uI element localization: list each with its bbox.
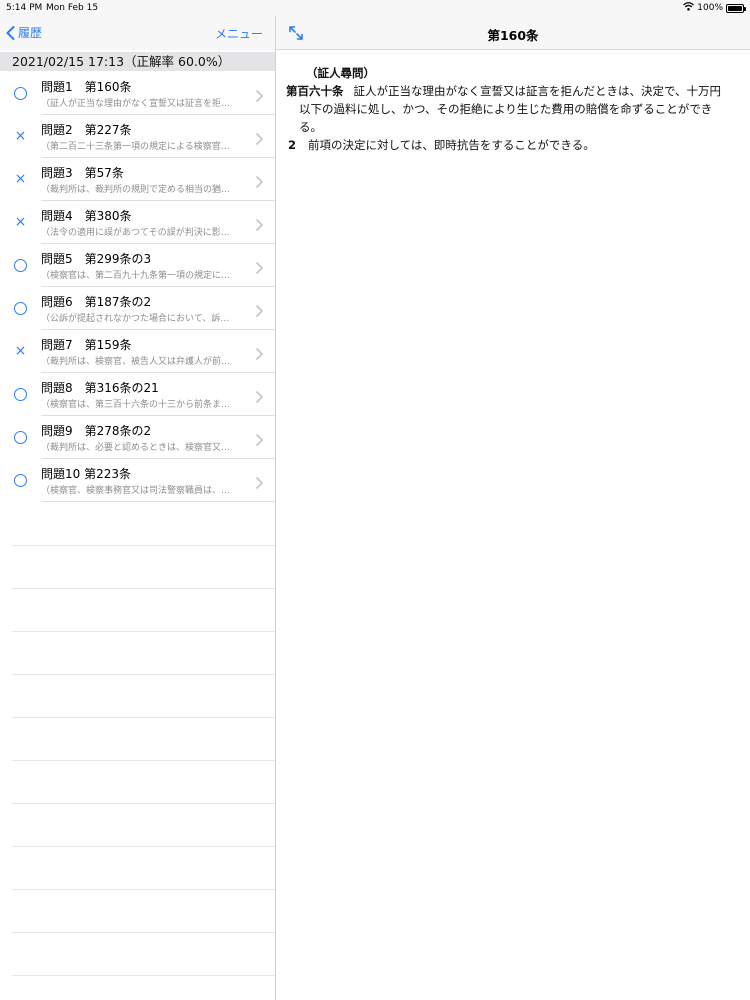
paragraph-2-text: 前項の決定に対しては、即時抗告をすることができる。	[308, 138, 595, 152]
circle-icon	[14, 388, 27, 401]
empty-row-separator	[12, 932, 275, 933]
status-time: 5:14 PM	[6, 3, 43, 13]
article-caption: （証人尋問）	[306, 66, 375, 80]
article-body: （証人尋問） 第百六十条 証人が正当な理由がなく宣誓又は証言を拒んだときは、決定で…	[286, 64, 738, 154]
chevron-left-icon	[6, 25, 15, 40]
question-row[interactable]: 問題8 第316条の21 （検察官は、第三百十六条の十三から前条ま…	[0, 373, 275, 416]
paragraph-1-line-2: 以下の過料に処し、かつ、その拒絶により生じた費用の賠償を命ずることができ	[299, 102, 713, 116]
history-list-pane: 履歴 メニュー 2021/02/15 17:13（正解率 60.0%） 問題1 …	[0, 16, 275, 1000]
question-row[interactable]: 問題9 第278条の2 （裁判所は、必要と認めるときは、検察官又…	[0, 416, 275, 459]
question-title: 問題2 第227条	[41, 123, 132, 137]
question-row[interactable]: 問題10 第223条 （検察官、検察事務官又は司法警察職員は、…	[0, 459, 275, 502]
question-row[interactable]: × 問題2 第227条 （第二百二十三条第一項の規定による検察官…	[0, 115, 275, 158]
question-subtitle: （裁判所は、必要と認めるときは、検察官又…	[41, 443, 231, 453]
empty-row-separator	[12, 588, 275, 589]
question-subtitle: （裁判所は、検察官、被告人又は弁護人が前…	[41, 357, 231, 367]
paragraph-1-line-3: る。	[299, 120, 322, 134]
cross-icon: ×	[14, 128, 27, 144]
question-title: 問題5 第299条の3	[41, 252, 152, 266]
question-title: 問題6 第187条の2	[41, 295, 152, 309]
question-title: 問題1 第160条	[41, 80, 132, 94]
question-subtitle: （公訴が提起されなかつた場合において、訴…	[41, 314, 230, 324]
empty-row-separator	[12, 975, 275, 976]
question-subtitle: （検察官は、第二百九十九条第一項の規定に…	[41, 271, 231, 281]
cross-icon: ×	[14, 214, 27, 230]
chevron-right-icon	[256, 388, 263, 407]
chevron-right-icon	[256, 474, 263, 493]
circle-icon	[14, 431, 27, 444]
circle-icon	[14, 302, 27, 315]
right-navigation-bar: 第160条	[276, 16, 750, 50]
empty-row-separator	[12, 717, 275, 718]
chevron-right-icon	[256, 173, 263, 192]
chevron-right-icon	[256, 345, 263, 364]
question-row[interactable]: 問題6 第187条の2 （公訴が提起されなかつた場合において、訴…	[0, 287, 275, 330]
article-paragraph-2: 2 前項の決定に対しては、即時抗告をすることができる。	[286, 136, 738, 154]
question-row[interactable]: × 問題4 第380条 （法令の適用に誤があつてその誤が判決に影…	[0, 201, 275, 244]
pane-divider	[275, 16, 276, 1000]
article-paragraph-1: 第百六十条 証人が正当な理由がなく宣誓又は証言を拒んだときは、決定で、十万円 以下…	[286, 82, 738, 136]
question-title: 問題3 第57条	[41, 166, 124, 180]
empty-row-separator	[12, 803, 275, 804]
empty-row-separator	[12, 846, 275, 847]
battery-fill	[728, 5, 742, 11]
question-row[interactable]: 問題1 第160条 （証人が正当な理由がなく宣誓又は証言を拒…	[0, 72, 275, 115]
status-indicators: 100%	[683, 2, 746, 14]
chevron-right-icon	[256, 259, 263, 278]
chevron-right-icon	[256, 302, 263, 321]
back-button-label: 履歴	[18, 26, 43, 40]
circle-icon	[14, 259, 27, 272]
chevron-right-icon	[256, 130, 263, 149]
question-title: 問題7 第159条	[41, 338, 132, 352]
empty-row-separator	[12, 760, 275, 761]
empty-row-separator	[12, 631, 275, 632]
battery-percent: 100%	[697, 3, 723, 13]
question-title: 問題4 第380条	[41, 209, 132, 223]
question-subtitle: （法令の適用に誤があつてその誤が判決に影…	[41, 228, 230, 238]
question-subtitle: （検察官は、第三百十六条の十三から前条ま…	[41, 400, 231, 410]
empty-row-separator	[12, 889, 275, 890]
question-title: 問題10 第223条	[41, 467, 131, 481]
session-header: 2021/02/15 17:13（正解率 60.0%）	[0, 52, 275, 71]
question-title: 問題8 第316条の21	[41, 381, 159, 395]
question-row[interactable]: × 問題3 第57条 （裁判所は、裁判所の規則で定める相当の猶…	[0, 158, 275, 201]
question-list: 問題1 第160条 （証人が正当な理由がなく宣誓又は証言を拒… × 問題2 第227条…	[0, 72, 275, 502]
article-number: 第百六十条	[286, 84, 344, 98]
article-title: 第160条	[487, 28, 539, 43]
menu-button[interactable]: メニュー	[215, 25, 263, 42]
question-row[interactable]: × 問題7 第159条 （裁判所は、検察官、被告人又は弁護人が前…	[0, 330, 275, 373]
left-navigation-bar: 履歴 メニュー	[0, 16, 275, 50]
chevron-right-icon	[256, 216, 263, 235]
question-subtitle: （第二百二十三条第一項の規定による検察官…	[41, 142, 230, 152]
question-subtitle: （証人が正当な理由がなく宣誓又は証言を拒…	[41, 99, 231, 109]
question-row[interactable]: 問題5 第299条の3 （検察官は、第二百九十九条第一項の規定に…	[0, 244, 275, 287]
question-subtitle: （検察官、検察事務官又は司法警察職員は、…	[41, 486, 231, 496]
circle-icon	[14, 474, 27, 487]
question-subtitle: （裁判所は、裁判所の規則で定める相当の猶…	[41, 185, 231, 195]
cross-icon: ×	[14, 171, 27, 187]
empty-row-separator	[12, 674, 275, 675]
empty-row-separator	[12, 545, 275, 546]
row-separator	[41, 501, 275, 502]
status-bar: 5:14 PM Mon Feb 15 100%	[0, 0, 750, 16]
back-button[interactable]: 履歴	[6, 24, 42, 41]
wifi-icon	[683, 2, 695, 14]
paragraph-2-number: 2	[288, 138, 297, 152]
battery-icon	[726, 3, 746, 13]
paragraph-1-line-1: 証人が正当な理由がなく宣誓又は証言を拒んだときは、決定で、十万円	[353, 84, 722, 98]
question-title: 問題9 第278条の2	[41, 424, 152, 438]
cross-icon: ×	[14, 343, 27, 359]
circle-icon	[14, 87, 27, 100]
chevron-right-icon	[256, 87, 263, 106]
chevron-right-icon	[256, 431, 263, 450]
status-date: Mon Feb 15	[46, 3, 99, 13]
